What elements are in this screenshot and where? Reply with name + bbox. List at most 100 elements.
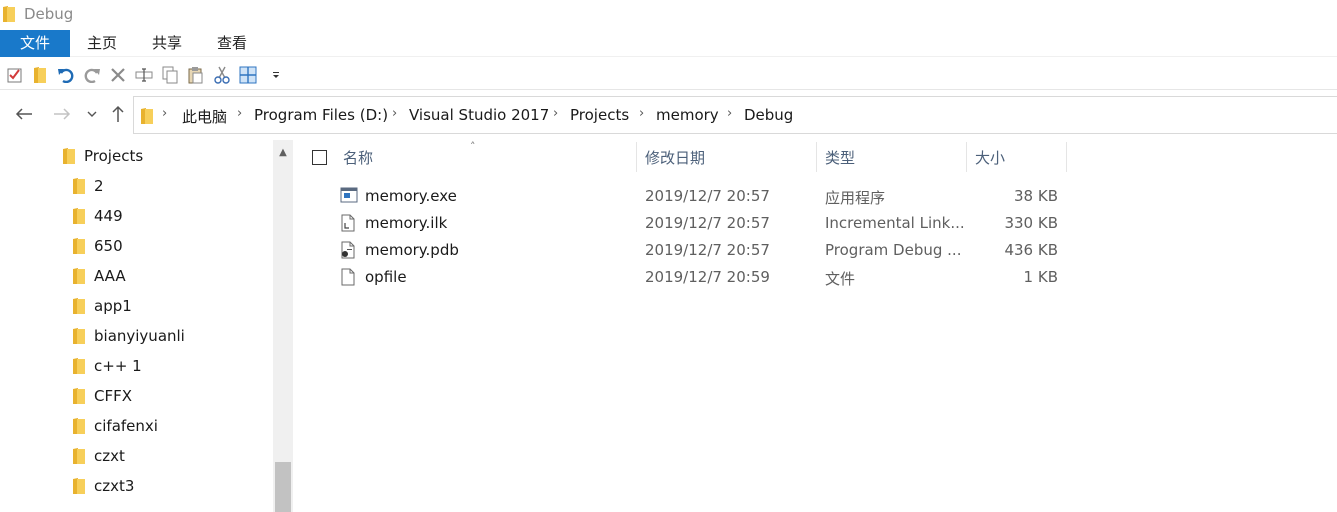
nav-item-folder[interactable]: bianyiyuanli [72,322,185,350]
folder-icon [72,297,86,315]
nav-item-label: bianyiyuanli [94,327,185,345]
file-size: 1 KB [1023,268,1058,286]
chevron-right-icon[interactable]: › [162,106,167,121]
redo-icon[interactable] [82,65,102,85]
nav-item-folder[interactable]: AAA [72,262,126,290]
ilk-file-icon [340,214,356,236]
folder-icon [72,207,86,225]
copy-icon[interactable] [160,65,180,85]
folder-icon [2,5,16,27]
nav-item-folder[interactable]: czxt3 [72,472,134,500]
folder-icon [72,357,86,375]
breadcrumb-projects[interactable]: Projects [570,106,629,124]
column-header-size[interactable]: 大小 [975,140,1065,174]
folder-icon [72,387,86,405]
cut-icon[interactable] [212,65,232,85]
nav-item-projects[interactable]: Projects [62,142,143,170]
nav-item-folder[interactable]: czxt [72,442,125,470]
breadcrumb-drive[interactable]: Program Files (D:) [254,106,388,124]
nav-item-folder[interactable]: CFFX [72,382,132,410]
paste-icon[interactable] [186,65,206,85]
pdb-file-icon [340,241,356,263]
chevron-right-icon[interactable]: › [639,106,644,121]
scrollbar-thumb[interactable] [275,462,291,512]
customize-dropdown-icon[interactable] [266,65,286,85]
tab-share[interactable]: 共享 [137,30,197,57]
column-header-type[interactable]: 类型 [825,140,965,174]
nav-item-folder[interactable]: app1 [72,292,132,320]
folder-icon [72,327,86,345]
folder-icon [72,237,86,255]
breadcrumb-memory[interactable]: memory [656,106,719,124]
window-title: Debug [24,5,74,23]
forward-arrow-icon[interactable] [50,102,74,126]
file-name: memory.ilk [365,214,448,232]
file-type: Program Debug ... [825,241,962,259]
breadcrumb-debug[interactable]: Debug [744,106,793,124]
delete-icon[interactable] [108,65,128,85]
file-type: Incremental Link... [825,214,965,232]
nav-item-folder[interactable]: 650 [72,232,123,260]
tab-home[interactable]: 主页 [72,30,132,57]
column-divider[interactable] [816,142,817,172]
column-header-name[interactable]: 名称 [343,140,635,174]
ribbon-tabs: 文件 主页 共享 查看 [0,30,1337,57]
file-size: 38 KB [1014,187,1058,205]
chevron-down-icon[interactable] [84,102,100,126]
new-folder-icon[interactable] [30,65,50,85]
folder-icon [140,107,154,129]
scroll-up-icon[interactable]: ▲ [273,144,293,160]
folder-icon [72,177,86,195]
file-row[interactable]: memory.exe 2019/12/7 20:57 应用程序 38 KB [334,183,1074,210]
folder-icon [72,477,86,495]
file-row[interactable]: opfile 2019/12/7 20:59 文件 1 KB [334,264,1074,291]
column-divider[interactable] [966,142,967,172]
folder-icon [72,267,86,285]
rename-icon[interactable] [134,65,154,85]
column-divider[interactable] [636,142,637,172]
properties-icon[interactable] [5,65,25,85]
column-divider[interactable] [1066,142,1067,172]
view-icon[interactable] [238,65,258,85]
folder-icon [72,447,86,465]
nav-pane-scrollbar[interactable]: ▲ [273,140,293,512]
tab-file[interactable]: 文件 [0,30,70,57]
nav-item-label: c++ 1 [94,357,142,375]
address-bar[interactable]: › 此电脑 › Program Files (D:) › Visual Stud… [133,96,1337,134]
nav-item-folder[interactable]: 449 [72,202,123,230]
up-arrow-icon[interactable] [106,102,130,126]
file-name: opfile [365,268,407,286]
nav-item-label: cifafenxi [94,417,158,435]
breadcrumb-visual-studio[interactable]: Visual Studio 2017 [409,106,549,124]
tab-view[interactable]: 查看 [202,30,262,57]
nav-item-folder[interactable]: 2 [72,172,104,200]
chevron-right-icon[interactable]: › [392,106,397,121]
file-name: memory.pdb [365,241,459,259]
file-name: memory.exe [365,187,457,205]
breadcrumb-this-pc[interactable]: 此电脑 [182,106,227,127]
nav-item-folder[interactable]: cifafenxi [72,412,158,440]
nav-item-label: 2 [94,177,104,195]
chevron-right-icon[interactable]: › [553,106,558,121]
undo-icon[interactable] [56,65,76,85]
chevron-right-icon[interactable]: › [237,106,242,121]
column-header-modified[interactable]: 修改日期 [645,140,815,174]
chevron-right-icon[interactable]: › [727,106,732,121]
file-type: 应用程序 [825,189,886,207]
quick-access-toolbar [0,60,1337,90]
folder-icon [72,417,86,435]
back-arrow-icon[interactable] [12,102,36,126]
file-modified: 2019/12/7 20:57 [645,214,770,232]
nav-item-folder[interactable]: c++ 1 [72,352,142,380]
file-row[interactable]: memory.pdb 2019/12/7 20:57 Program Debug… [334,237,1074,264]
nav-item-label: CFFX [94,387,133,405]
file-size: 330 KB [1004,214,1058,232]
navigation-pane: Projects 2 449 650 AAA app1 bianyiyuanli… [0,140,293,512]
file-modified: 2019/12/7 20:57 [645,187,770,205]
file-size: 436 KB [1004,241,1058,259]
nav-item-label: 449 [94,207,123,225]
nav-item-label: app1 [94,297,132,315]
select-all-checkbox[interactable] [312,150,327,165]
file-row[interactable]: memory.ilk 2019/12/7 20:57 Incremental L… [334,210,1074,237]
nav-item-label: 650 [94,237,123,255]
